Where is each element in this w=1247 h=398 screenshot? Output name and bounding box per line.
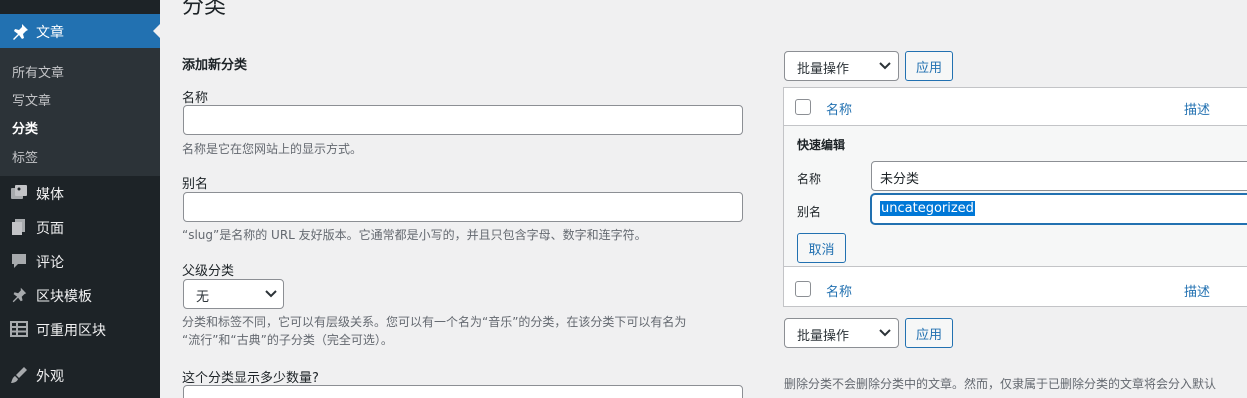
pushpin-icon bbox=[10, 22, 30, 42]
quick-edit-slug-value: uncategorized bbox=[880, 201, 975, 216]
admin-sidebar: 文章 所有文章 写文章 分类 标签 媒体 页面 评论 区块模板 可重用区块 外观 bbox=[0, 0, 160, 398]
quick-edit-title: 快速编辑 bbox=[797, 138, 846, 152]
parent-label: 父级分类 bbox=[182, 264, 235, 279]
cancel-button[interactable]: 取消 bbox=[797, 233, 846, 263]
table-icon bbox=[10, 320, 28, 338]
name-input[interactable] bbox=[183, 105, 743, 135]
description-column-footer[interactable]: 描述 bbox=[1184, 281, 1210, 300]
quick-edit-name-label: 名称 bbox=[797, 172, 822, 186]
media-icon bbox=[10, 184, 28, 202]
comment-icon bbox=[10, 252, 28, 270]
count-input[interactable] bbox=[183, 385, 743, 398]
menu-item-block-templates[interactable]: 区块模板 bbox=[0, 280, 160, 310]
select-all-checkbox[interactable] bbox=[795, 99, 811, 115]
parent-description-line2: “流行”和“古典”的子分类（完全可选）。 bbox=[182, 333, 393, 347]
chevron-down-icon bbox=[264, 286, 278, 300]
add-category-heading: 添加新分类 bbox=[182, 58, 248, 73]
apply-button-top[interactable]: 应用 bbox=[905, 51, 953, 81]
brush-icon bbox=[10, 366, 28, 384]
slug-input[interactable] bbox=[183, 192, 743, 222]
apply-button-bottom[interactable]: 应用 bbox=[905, 318, 953, 348]
submenu-item-new-post[interactable]: 写文章 bbox=[12, 90, 51, 109]
quick-edit-name-input[interactable]: 未分类 bbox=[871, 161, 1247, 191]
name-label: 名称 bbox=[182, 91, 209, 106]
page-title: 分类 bbox=[182, 0, 227, 19]
slug-description: “slug”是名称的 URL 友好版本。它通常都是小写的，并且只包含字母、数字和… bbox=[182, 228, 647, 242]
menu-item-posts[interactable]: 文章 bbox=[0, 14, 160, 48]
slug-label: 别名 bbox=[182, 177, 209, 192]
menu-item-label: 页面 bbox=[36, 221, 64, 237]
menu-item-label: 评论 bbox=[36, 255, 64, 271]
parent-description-line1: 分类和标签不同，它可以有层级关系。您可以有一个名为“音乐”的分类，在该分类下可以… bbox=[182, 315, 687, 329]
menu-item-label: 外观 bbox=[36, 369, 64, 385]
submenu-item-tags[interactable]: 标签 bbox=[12, 147, 38, 166]
submenu-item-categories[interactable]: 分类 bbox=[12, 118, 38, 137]
bulk-action-select-top[interactable]: 批量操作 bbox=[784, 51, 899, 81]
quick-edit-panel: 快速编辑 名称 未分类 别名 uncategorized 取消 bbox=[784, 126, 1247, 266]
quick-edit-slug-label: 别名 bbox=[797, 205, 822, 219]
quick-edit-name-value: 未分类 bbox=[880, 172, 920, 187]
category-table: 名称 描述 快速编辑 名称 未分类 别名 uncategorized 取消 名称… bbox=[783, 87, 1247, 307]
name-column-footer[interactable]: 名称 bbox=[826, 281, 852, 300]
parent-select[interactable]: 无 bbox=[183, 279, 284, 309]
submenu-item-all-posts[interactable]: 所有文章 bbox=[12, 62, 64, 81]
delete-category-note: 删除分类不会删除分类中的文章。然而，仅隶属于已删除分类的文章将会分入默认 bbox=[784, 377, 1217, 391]
menu-item-comments[interactable]: 评论 bbox=[0, 246, 160, 276]
parent-select-value: 无 bbox=[196, 290, 210, 305]
menu-item-label: 文章 bbox=[36, 25, 64, 41]
menu-item-reusable-blocks[interactable]: 可重用区块 bbox=[0, 314, 160, 344]
page-icon bbox=[10, 218, 28, 236]
chevron-down-icon bbox=[878, 58, 892, 72]
select-all-checkbox-bottom[interactable] bbox=[795, 281, 811, 297]
menu-item-label: 区块模板 bbox=[36, 289, 92, 305]
pushpin-icon bbox=[10, 286, 28, 304]
posts-submenu: 所有文章 写文章 分类 标签 bbox=[0, 48, 160, 176]
menu-item-pages[interactable]: 页面 bbox=[0, 212, 160, 242]
menu-item-label: 可重用区块 bbox=[36, 323, 106, 339]
name-column-header[interactable]: 名称 bbox=[826, 99, 852, 118]
menu-item-appearance[interactable]: 外观 bbox=[0, 360, 160, 390]
description-column-header[interactable]: 描述 bbox=[1184, 99, 1210, 118]
menu-item-media[interactable]: 媒体 bbox=[0, 178, 160, 208]
bulk-action-select-bottom[interactable]: 批量操作 bbox=[784, 318, 899, 348]
menu-item-label: 媒体 bbox=[36, 187, 64, 203]
name-description: 名称是它在您网站上的显示方式。 bbox=[182, 142, 363, 156]
divider bbox=[784, 266, 1247, 267]
bulk-action-value: 批量操作 bbox=[797, 329, 850, 344]
bulk-action-value: 批量操作 bbox=[797, 62, 850, 77]
chevron-down-icon bbox=[878, 325, 892, 339]
count-label: 这个分类显示多少数量? bbox=[182, 371, 319, 386]
current-menu-arrow bbox=[153, 24, 160, 38]
quick-edit-slug-input[interactable]: uncategorized bbox=[871, 194, 1247, 224]
